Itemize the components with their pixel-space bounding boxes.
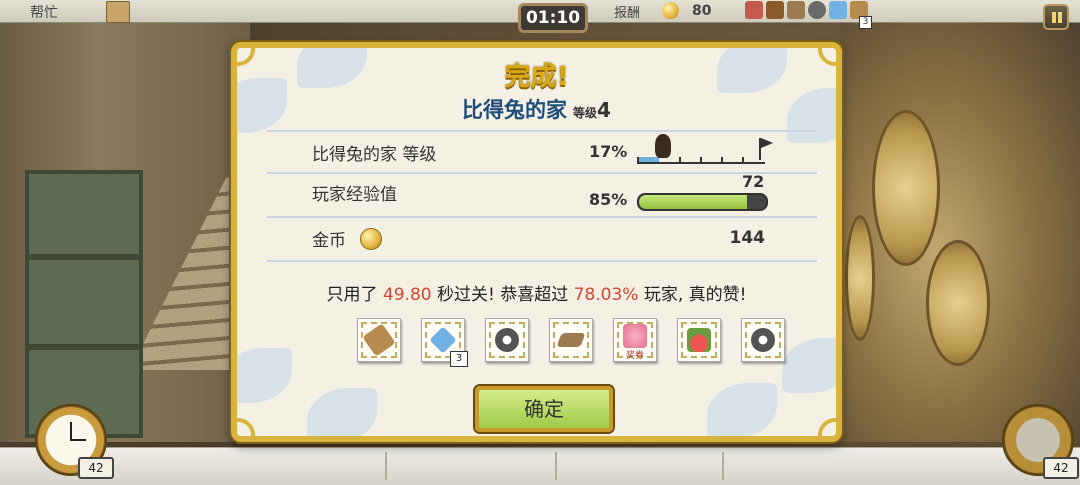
pause-button[interactable] — [1043, 4, 1069, 30]
progress-tick — [637, 157, 639, 164]
wood-plank-icon — [556, 333, 586, 347]
bottom-item-bar — [0, 447, 1080, 485]
sentence-part: 只用了 — [326, 285, 383, 305]
reward-items — [745, 1, 868, 19]
progress-tick — [742, 157, 744, 164]
reward-item-wood-plank[interactable] — [549, 318, 593, 362]
progress-tick — [721, 157, 723, 164]
row-divider — [267, 216, 817, 218]
sentence-part: 玩家, 真的赞! — [638, 285, 747, 305]
frame-corner — [237, 418, 255, 436]
decor-leaf — [782, 338, 836, 393]
background-room-right — [840, 22, 1080, 442]
bar-divider — [722, 452, 724, 480]
crystal-count-badge: 3 — [450, 351, 468, 367]
reward-item-wood-log[interactable] — [357, 318, 401, 362]
home-level-label: 比得兔的家 等级 — [312, 145, 437, 165]
reward-coins: 80 — [692, 3, 712, 19]
level-number: 4 — [597, 98, 611, 122]
voucher-label: 奖券 — [625, 351, 644, 361]
complete-title: 完成! — [504, 62, 569, 92]
background-shelf — [25, 170, 143, 438]
magnifier-count: 42 — [1043, 457, 1079, 479]
row-divider — [267, 172, 817, 174]
progress-tick — [679, 157, 681, 164]
goal-flag-icon — [759, 138, 773, 160]
level-complete-dialog: 完成! 比得兔的家 等级4 比得兔的家 等级 17% 玩家经验值 72 85% 金… — [231, 42, 842, 442]
chest-icon — [766, 1, 784, 19]
coins-label: 金币 — [312, 231, 346, 251]
level-timer: 01:10 — [518, 3, 588, 33]
decor-leaf — [237, 348, 292, 403]
clock-count: 42 — [78, 457, 114, 479]
radish-icon — [687, 328, 711, 352]
coin-icon — [360, 228, 382, 250]
sentence-part: 秒过关! 恭喜超过 — [431, 285, 574, 305]
background-plate — [926, 240, 990, 366]
xp-percent: 85% — [589, 190, 628, 209]
location-title: 比得兔的家 等级4 — [237, 94, 836, 124]
confirm-button[interactable]: 确定 — [475, 386, 613, 432]
cat-portrait-icon[interactable] — [106, 1, 130, 23]
item-count-badge: 3 — [859, 16, 872, 29]
xp-progress-bar — [637, 193, 768, 211]
gear-icon — [495, 328, 519, 352]
wood-plank-icon — [787, 1, 805, 19]
reward-item-gear[interactable] — [485, 318, 529, 362]
gear-icon — [808, 1, 826, 19]
row-divider — [267, 260, 817, 262]
help-label[interactable]: 帮忙 — [30, 2, 58, 22]
blue-crystal-icon — [829, 1, 847, 19]
reward-item-gear[interactable] — [741, 318, 785, 362]
row-divider — [267, 130, 817, 132]
gear-icon — [751, 328, 775, 352]
result-sentence: 只用了 49.80 秒过关! 恭喜超过 78.03% 玩家, 真的赞! — [237, 280, 836, 305]
coin-icon — [662, 2, 679, 19]
wood-log-icon — [362, 323, 396, 357]
decor-leaf — [307, 388, 377, 436]
reward-item-voucher[interactable]: 奖券 — [613, 318, 657, 362]
progress-tick — [700, 157, 702, 164]
blue-crystal-icon — [429, 326, 457, 354]
location-name: 比得兔的家 — [462, 98, 568, 122]
decor-leaf — [707, 383, 777, 436]
home-level-percent: 17% — [589, 142, 628, 161]
rabbit-marker-icon — [655, 134, 671, 158]
reward-label: 报酬 — [614, 6, 641, 21]
bar-divider — [385, 452, 387, 480]
background-plate — [845, 215, 875, 341]
xp-value: 72 — [742, 172, 765, 191]
flower-icon — [745, 1, 763, 19]
xp-progress-fill — [639, 195, 747, 209]
background-plate — [872, 110, 940, 266]
beat-percent: 78.03% — [573, 285, 639, 305]
coins-value: 144 — [729, 228, 766, 248]
clear-time: 49.80 — [382, 285, 432, 305]
reward-items-row: 3 奖券 — [357, 318, 785, 367]
xp-label: 玩家经验值 — [312, 185, 397, 205]
level-word: 等级 — [573, 106, 598, 120]
reward-item-radish[interactable] — [677, 318, 721, 362]
reward-item-blue-crystal[interactable]: 3 — [421, 318, 468, 367]
flower-voucher-icon — [623, 324, 647, 348]
bar-divider — [555, 452, 557, 480]
frame-corner — [818, 418, 836, 436]
